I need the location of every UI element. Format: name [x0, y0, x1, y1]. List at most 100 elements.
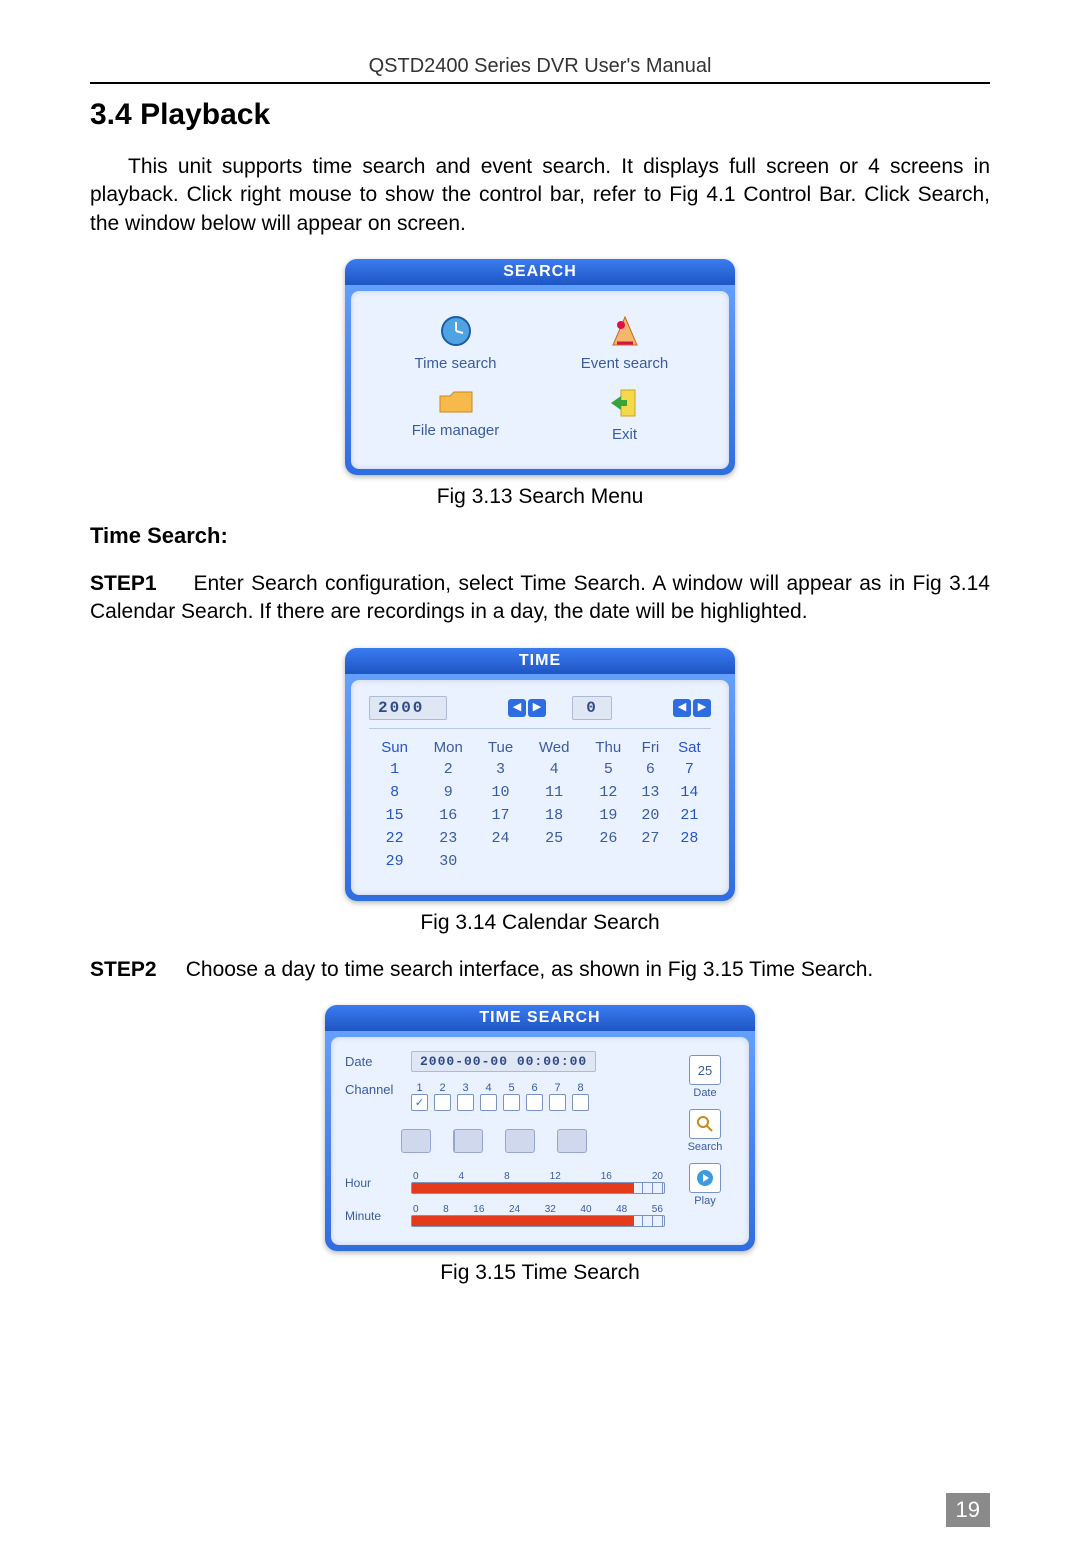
- channel-8: 8: [572, 1082, 589, 1111]
- calendar-day-cell[interactable]: 5: [584, 758, 634, 781]
- search-menu-title: SEARCH: [345, 259, 735, 285]
- tick: 20: [652, 1171, 663, 1182]
- calendar-day-cell[interactable]: 10: [476, 781, 525, 804]
- exit-item[interactable]: Exit: [540, 386, 709, 443]
- channel-7: 7: [549, 1082, 566, 1111]
- step2-text: Choose a day to time search interface, a…: [186, 958, 874, 981]
- calendar-day-cell[interactable]: 16: [420, 804, 476, 827]
- channel-checkbox-7[interactable]: [549, 1094, 566, 1111]
- fig-3-13-caption: Fig 3.13 Search Menu: [90, 485, 990, 509]
- calendar-day-cell[interactable]: 26: [584, 827, 634, 850]
- year-month-row: 2000 ◀ ▶ 0 ◀ ▶: [369, 696, 711, 729]
- calendar-day-cell[interactable]: 30: [420, 850, 476, 873]
- tick: 48: [616, 1204, 627, 1215]
- calendar-day-cell[interactable]: 19: [584, 804, 634, 827]
- channel-2: 2: [434, 1082, 451, 1111]
- file-manager-label: File manager: [412, 422, 500, 439]
- calendar-day-cell[interactable]: 11: [525, 781, 584, 804]
- calendar-day-header: Mon: [420, 737, 476, 758]
- calendar-day-cell[interactable]: 22: [369, 827, 420, 850]
- view-1x1-button[interactable]: [401, 1129, 431, 1153]
- channel-checkbox-6[interactable]: [526, 1094, 543, 1111]
- calendar-day-cell[interactable]: 13: [633, 781, 668, 804]
- view-4x4-button[interactable]: [557, 1129, 587, 1153]
- calendar-day-cell[interactable]: 14: [668, 781, 711, 804]
- file-manager-item[interactable]: File manager: [371, 386, 540, 443]
- side-date-label: Date: [693, 1087, 716, 1099]
- channel-number: 5: [508, 1082, 514, 1094]
- calendar-day-cell: [668, 850, 711, 873]
- time-search-heading: Time Search:: [90, 523, 990, 549]
- month-next-button[interactable]: ▶: [693, 699, 711, 717]
- calendar-day-cell[interactable]: 25: [525, 827, 584, 850]
- channel-checkbox-2[interactable]: [434, 1094, 451, 1111]
- calendar-day-cell[interactable]: 23: [420, 827, 476, 850]
- calendar-day-cell[interactable]: 2: [420, 758, 476, 781]
- calendar-day-header: Fri: [633, 737, 668, 758]
- calendar-day-cell[interactable]: 29: [369, 850, 420, 873]
- time-search-item[interactable]: Time search: [371, 313, 540, 372]
- event-search-item[interactable]: Event search: [540, 313, 709, 372]
- calendar-day-cell[interactable]: 17: [476, 804, 525, 827]
- channel-checkbox-4[interactable]: [480, 1094, 497, 1111]
- fig-3-14-caption: Fig 3.14 Calendar Search: [90, 911, 990, 935]
- channel-checkbox-5[interactable]: [503, 1094, 520, 1111]
- tick: 16: [473, 1204, 484, 1215]
- page-number: 19: [946, 1493, 990, 1527]
- ts-channel-label: Channel: [345, 1082, 401, 1097]
- year-value: 2000: [369, 696, 447, 720]
- step2-paragraph: STEP2 Choose a day to time search interf…: [90, 956, 990, 984]
- year-next-button[interactable]: ▶: [528, 699, 546, 717]
- channel-number: 4: [485, 1082, 491, 1094]
- month-prev-button[interactable]: ◀: [673, 699, 691, 717]
- calendar-day-cell[interactable]: 15: [369, 804, 420, 827]
- calendar-day-cell: [633, 850, 668, 873]
- tick: 0: [413, 1171, 419, 1182]
- calendar-day-cell: [476, 850, 525, 873]
- tick: 12: [550, 1171, 561, 1182]
- calendar-day-header: Sat: [668, 737, 711, 758]
- channel-number: 3: [462, 1082, 468, 1094]
- calendar-day-cell[interactable]: 12: [584, 781, 634, 804]
- magnifier-icon: [689, 1109, 721, 1139]
- view-3x3-button[interactable]: [505, 1129, 535, 1153]
- calendar-day-cell[interactable]: 28: [668, 827, 711, 850]
- minute-bar[interactable]: [411, 1215, 665, 1227]
- calendar-day-cell[interactable]: 21: [668, 804, 711, 827]
- step1-text: Enter Search configuration, select Time …: [90, 572, 990, 623]
- channel-checkbox-8[interactable]: [572, 1094, 589, 1111]
- hour-bar[interactable]: [411, 1182, 665, 1194]
- channel-checkbox-3[interactable]: [457, 1094, 474, 1111]
- time-calendar-window: TIME 2000 ◀ ▶ 0 ◀ ▶ SunMonTueWedThuFriSa…: [345, 648, 735, 901]
- calendar-day-cell[interactable]: 8: [369, 781, 420, 804]
- calendar-day-cell[interactable]: 27: [633, 827, 668, 850]
- tick: 8: [504, 1171, 510, 1182]
- channel-number: 7: [554, 1082, 560, 1094]
- intro-paragraph: This unit supports time search and event…: [90, 153, 990, 238]
- channel-checkbox-1[interactable]: ✓: [411, 1094, 428, 1111]
- tick: 56: [652, 1204, 663, 1215]
- calendar-day-cell[interactable]: 3: [476, 758, 525, 781]
- calendar-day-cell[interactable]: 18: [525, 804, 584, 827]
- calendar-day-cell[interactable]: 7: [668, 758, 711, 781]
- calendar-day-header: Wed: [525, 737, 584, 758]
- time-search-title: TIME SEARCH: [325, 1005, 755, 1031]
- step2-label: STEP2: [90, 958, 157, 981]
- ts-date-label: Date: [345, 1054, 401, 1069]
- calendar-day-cell[interactable]: 24: [476, 827, 525, 850]
- calendar-day-cell[interactable]: 20: [633, 804, 668, 827]
- calendar-day-cell[interactable]: 9: [420, 781, 476, 804]
- tick: 16: [601, 1171, 612, 1182]
- channel-number: 6: [531, 1082, 537, 1094]
- calendar-day-cell[interactable]: 1: [369, 758, 420, 781]
- search-menu-window: SEARCH Time search: [345, 259, 735, 475]
- side-date-button[interactable]: 25 Date: [689, 1055, 721, 1099]
- calendar-day-cell[interactable]: 4: [525, 758, 584, 781]
- step1-label: STEP1: [90, 572, 157, 595]
- calendar-day-cell[interactable]: 6: [633, 758, 668, 781]
- side-search-button[interactable]: Search: [688, 1109, 723, 1153]
- header-rule: [90, 82, 990, 84]
- year-prev-button[interactable]: ◀: [508, 699, 526, 717]
- side-play-button[interactable]: Play: [689, 1163, 721, 1207]
- view-2x2-button[interactable]: [453, 1129, 483, 1153]
